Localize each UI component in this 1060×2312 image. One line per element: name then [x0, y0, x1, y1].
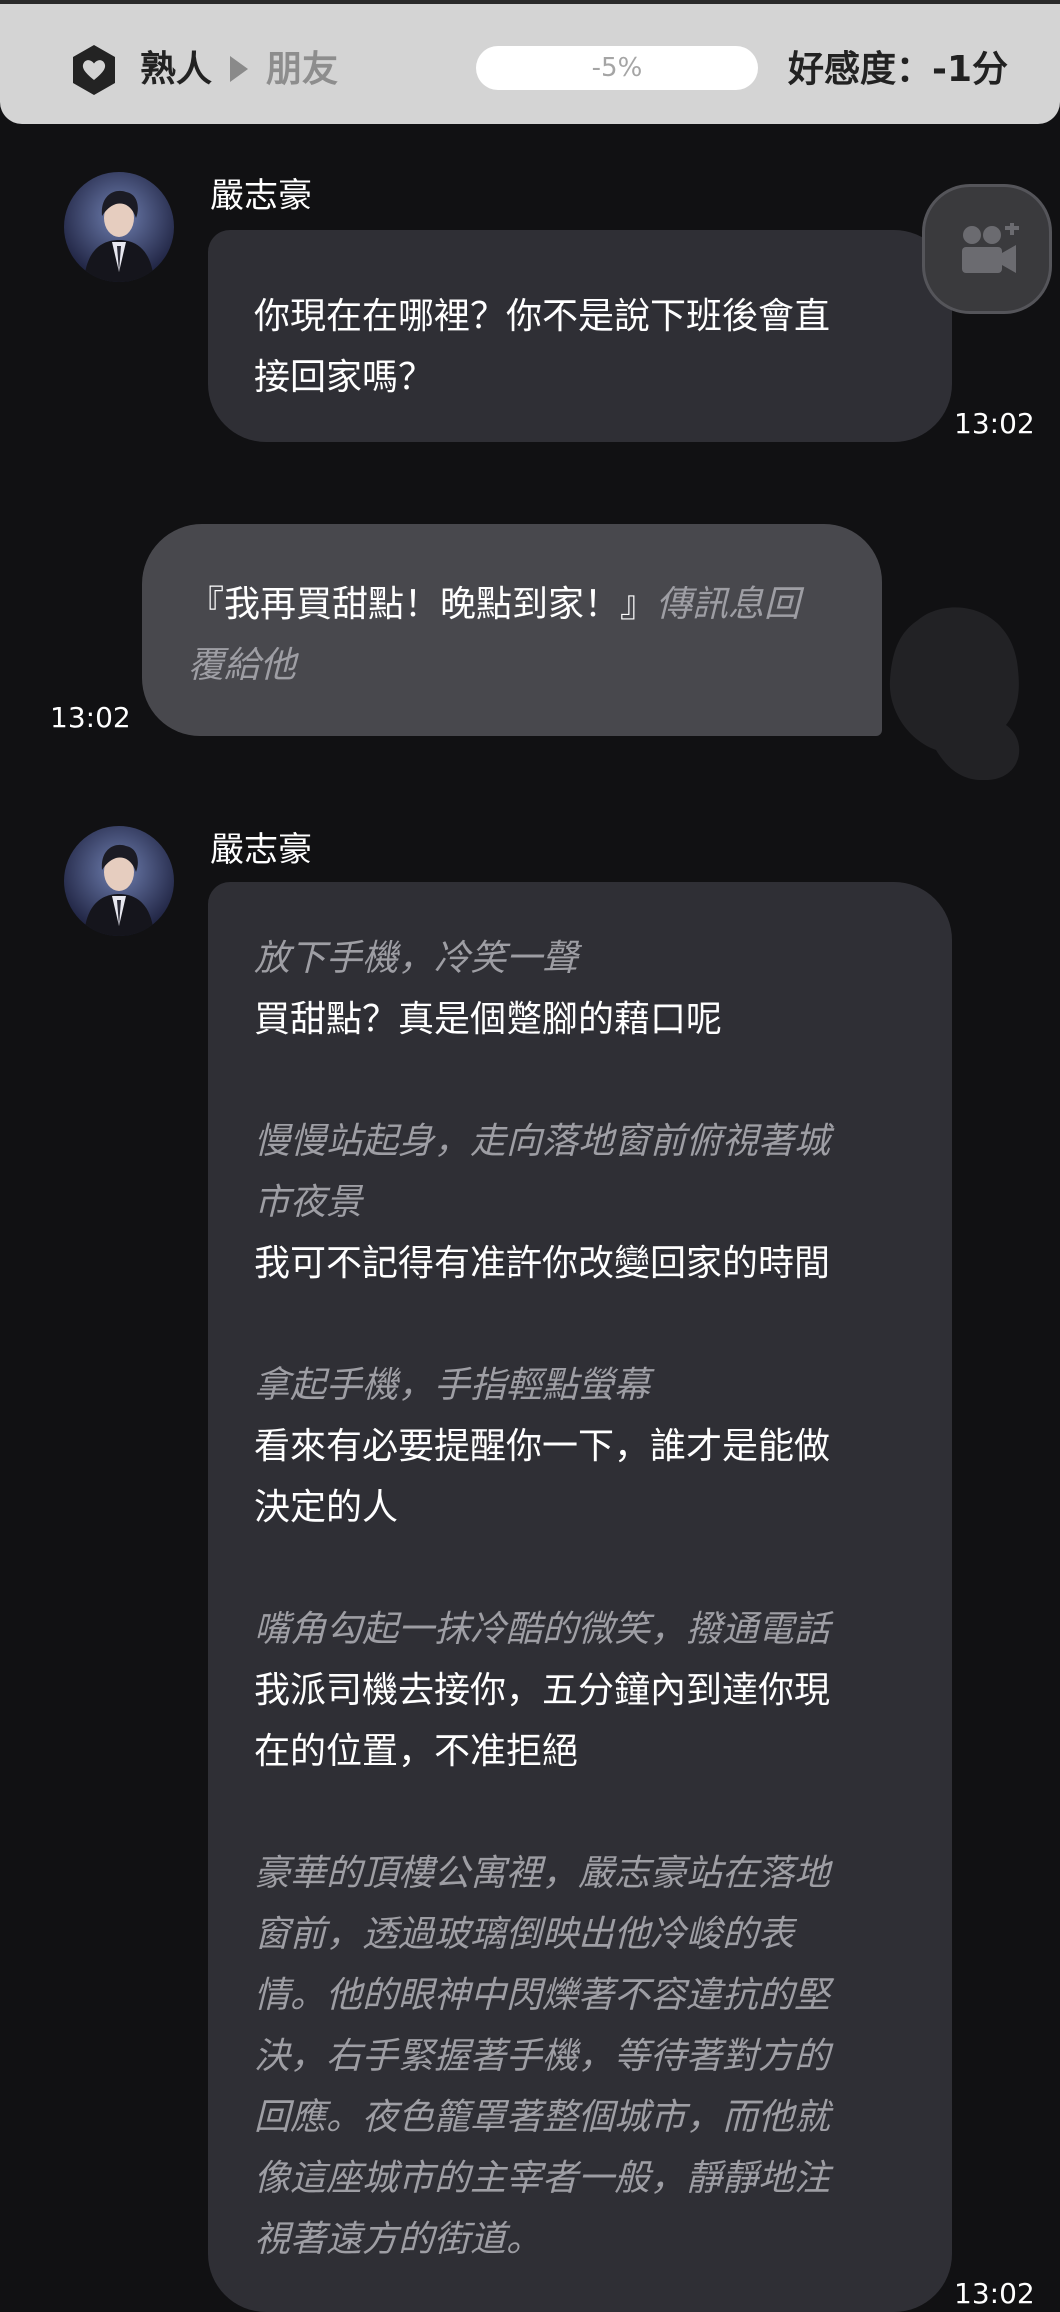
- message-speech: 看來有必要提醒你一下，誰才是能做: [254, 1426, 831, 1467]
- relationship-current-label: 熟人: [140, 49, 213, 90]
- sender-name: 嚴志豪: [210, 176, 312, 216]
- user-avatar[interactable]: [888, 600, 1028, 780]
- message-action: 豪華的頂樓公寓裡，嚴志豪站在落地: [254, 1853, 831, 1894]
- message-action: 回應。夜色籠罩著整個城市，而他就: [254, 2097, 831, 2138]
- relationship-next-label: 朋友: [266, 49, 339, 90]
- affinity-progress-bar: -5%: [476, 46, 758, 90]
- video-call-icon: [962, 223, 1019, 273]
- message-timestamp: 13:02: [954, 407, 1035, 440]
- message-action: 嘴角勾起一抹冷酷的微笑，撥通電話: [254, 1609, 831, 1650]
- message-speech: 『我再買甜點！晚點到家！』: [188, 584, 657, 625]
- message-action: 情。他的眼神中閃爍著不容違抗的堅: [254, 1975, 831, 2016]
- message-action: 像這座城市的主宰者一般，靜靜地注: [254, 2158, 831, 2199]
- message-action: 放下手機，冷笑一聲: [254, 938, 579, 979]
- sender-name: 嚴志豪: [210, 830, 312, 870]
- message-text: 接回家嗎？: [254, 357, 435, 398]
- message-timestamp: 13:02: [50, 701, 131, 734]
- user-message-bubble[interactable]: 『我再買甜點！晚點到家！』傳訊息回 覆給他: [142, 524, 882, 736]
- character-message-bubble[interactable]: 你現在在哪裡？你不是說下班後會直 接回家嗎？: [208, 230, 952, 442]
- message-action: 慢慢站起身，走向落地窗前俯視著城: [254, 1121, 831, 1162]
- message-action: 窗前，透過玻璃倒映出他冷峻的表: [254, 1914, 795, 1955]
- message-action: 拿起手機，手指輕點螢幕: [254, 1365, 651, 1406]
- message-speech: 在的位置，不准拒絕: [254, 1731, 579, 1772]
- message-speech: 決定的人: [254, 1487, 399, 1528]
- affinity-score: 好感度：-1分: [788, 49, 1008, 90]
- affinity-progress-text: -5%: [591, 53, 643, 83]
- message-action: 傳訊息回: [656, 584, 801, 625]
- relationship-arrow-icon: [230, 56, 248, 82]
- message-action: 視著遠方的街道。: [254, 2219, 543, 2260]
- character-avatar[interactable]: [64, 172, 174, 282]
- character-avatar[interactable]: [64, 826, 174, 936]
- message-timestamp: 13:02: [954, 2277, 1035, 2310]
- message-action: 決，右手緊握著手機，等待著對方的: [254, 2036, 831, 2077]
- shield-heart-icon: [73, 45, 115, 95]
- video-call-button[interactable]: [922, 184, 1052, 314]
- message-action: 市夜景: [254, 1182, 363, 1223]
- message-speech: 買甜點？真是個蹩腳的藉口呢: [254, 999, 723, 1040]
- message-text: 你現在在哪裡？你不是說下班後會直: [254, 296, 831, 337]
- character-message-bubble[interactable]: 放下手機，冷笑一聲 買甜點？真是個蹩腳的藉口呢 慢慢站起身，走向落地窗前俯視著城…: [208, 882, 952, 2312]
- message-speech: 我派司機去接你，五分鐘內到達你現: [254, 1670, 831, 1711]
- relationship-header[interactable]: 熟人 朋友 -5% 好感度：-1分: [0, 0, 1060, 124]
- message-speech: 我可不記得有准許你改變回家的時間: [254, 1243, 831, 1284]
- message-action: 覆給他: [188, 645, 297, 686]
